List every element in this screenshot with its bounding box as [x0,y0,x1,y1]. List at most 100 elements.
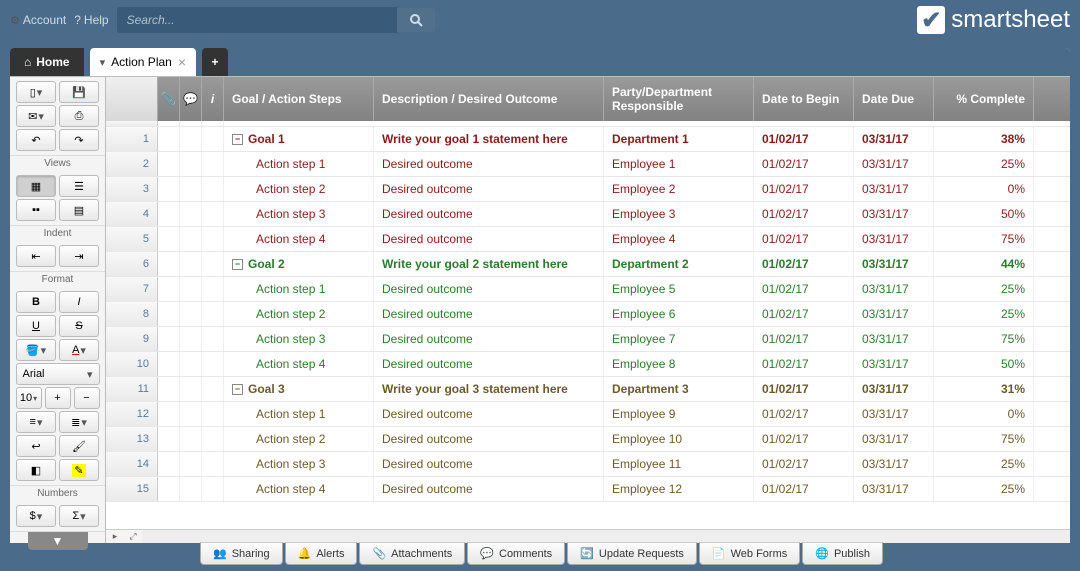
cell-pct[interactable]: 31% [934,377,1034,401]
cell-pct[interactable]: 50% [934,352,1034,376]
cell-begin[interactable]: 01/02/17 [754,327,854,351]
attach-cell[interactable] [158,402,180,426]
cell-goal[interactable]: Action step 4 [224,227,374,251]
search-input[interactable] [117,7,397,33]
cell-desc[interactable]: Desired outcome [374,327,604,351]
col-desc[interactable]: Description / Desired Outcome [374,77,604,121]
comment-cell[interactable] [180,452,202,476]
cell-due[interactable]: 03/31/17 [854,227,934,251]
comment-cell[interactable] [180,227,202,251]
row-number[interactable]: 10 [106,352,158,376]
new-button[interactable]: ▯▾ [16,81,56,103]
table-row[interactable]: 15Action step 4Desired outcomeEmployee 1… [106,477,1070,502]
col-goal[interactable]: Goal / Action Steps [224,77,374,121]
attach-cell[interactable] [158,377,180,401]
cell-desc[interactable]: Desired outcome [374,227,604,251]
row-number[interactable]: 2 [106,152,158,176]
cell-desc[interactable]: Desired outcome [374,302,604,326]
strike-button[interactable]: S [59,315,99,337]
tab-publish[interactable]: 🌐Publish [802,542,883,565]
tab-attachments[interactable]: 📎Attachments [359,542,465,565]
cell-party[interactable]: Employee 1 [604,152,754,176]
attach-cell[interactable] [158,477,180,501]
cell-begin[interactable]: 01/02/17 [754,352,854,376]
highlight-button[interactable]: ✎ [59,459,99,481]
cell-due[interactable]: 03/31/17 [854,477,934,501]
info-cell[interactable] [202,377,224,401]
cell-party[interactable]: Employee 12 [604,477,754,501]
clear-format-button[interactable]: ◧ [16,459,56,481]
table-row[interactable]: 5Action step 4Desired outcomeEmployee 40… [106,227,1070,252]
cell-pct[interactable]: 38% [934,127,1034,151]
cell-party[interactable]: Department 3 [604,377,754,401]
col-party[interactable]: Party/Department Responsible [604,77,754,121]
info-cell[interactable] [202,302,224,326]
cell-desc[interactable]: Write your goal 1 statement here [374,127,604,151]
attach-cell[interactable] [158,452,180,476]
cell-goal[interactable]: Action step 1 [224,152,374,176]
cell-begin[interactable]: 01/02/17 [754,477,854,501]
table-row[interactable]: 3Action step 2Desired outcomeEmployee 20… [106,177,1070,202]
comment-cell[interactable] [180,327,202,351]
save-button[interactable]: 💾 [59,81,99,103]
help-link[interactable]: ? Help [74,13,108,27]
info-cell[interactable] [202,227,224,251]
table-row[interactable]: 12Action step 1Desired outcomeEmployee 9… [106,402,1070,427]
cell-party[interactable]: Department 1 [604,127,754,151]
currency-button[interactable]: $▾ [16,505,56,527]
info-cell[interactable] [202,427,224,451]
cell-due[interactable]: 03/31/17 [854,402,934,426]
print-button[interactable]: ⎙ [59,105,99,127]
cell-due[interactable]: 03/31/17 [854,427,934,451]
comment-cell[interactable] [180,402,202,426]
cell-pct[interactable]: 50% [934,202,1034,226]
indent-button[interactable]: ⇥ [59,245,99,267]
tab-update[interactable]: 🔄Update Requests [567,542,697,565]
cell-due[interactable]: 03/31/17 [854,277,934,301]
cell-desc[interactable]: Desired outcome [374,152,604,176]
cell-begin[interactable]: 01/02/17 [754,302,854,326]
formula-button[interactable]: Σ▾ [59,505,99,527]
table-row[interactable]: 1−Goal 1Write your goal 1 statement here… [106,127,1070,152]
table-row[interactable]: 7Action step 1Desired outcomeEmployee 50… [106,277,1070,302]
attach-cell[interactable] [158,177,180,201]
comment-cell[interactable] [180,177,202,201]
table-row[interactable]: 2 Action step 1Desired outcomeEmployee 1 0… [106,152,1070,177]
cell-due[interactable]: 03/31/17 [854,327,934,351]
row-number[interactable]: 1 [106,127,158,151]
cell-goal[interactable]: Action step 2 [224,427,374,451]
comment-col-header[interactable]: 💬 [180,77,202,121]
tab-action-plan[interactable]: ▾ Action Plan × [90,48,196,76]
col-pct[interactable]: % Complete [934,77,1034,121]
wrap-button[interactable]: ↩ [16,435,56,457]
cell-due[interactable]: 03/31/17 [854,152,934,176]
info-cell[interactable] [202,352,224,376]
cell-desc[interactable]: Write your goal 2 statement here [374,252,604,276]
account-link[interactable]: ⚙ Account [10,13,66,27]
cell-goal[interactable]: Action step 3 [224,452,374,476]
attach-cell[interactable] [158,352,180,376]
cell-pct[interactable]: 0% [934,177,1034,201]
cell-begin[interactable]: 01/02/17 [754,202,854,226]
outdent-button[interactable]: ⇤ [16,245,56,267]
info-cell[interactable] [202,252,224,276]
info-cell[interactable] [202,177,224,201]
cell-begin[interactable]: 01/02/17 [754,427,854,451]
cell-begin[interactable]: 01/02/17 [754,277,854,301]
cell-due[interactable]: 03/31/17 [854,352,934,376]
cell-pct[interactable]: 75% [934,227,1034,251]
cell-goal[interactable]: Action step 2 [224,302,374,326]
expand-button[interactable]: ⤢ [124,530,142,543]
row-number[interactable]: 13 [106,427,158,451]
table-row[interactable]: 6−Goal 2Write your goal 2 statement here… [106,252,1070,277]
info-cell[interactable] [202,127,224,151]
tab-sharing[interactable]: 👥Sharing [200,542,283,565]
collapse-icon[interactable]: − [232,134,243,145]
table-row[interactable]: 4Action step 3Desired outcomeEmployee 30… [106,202,1070,227]
attach-cell[interactable] [158,277,180,301]
cell-begin[interactable]: 01/02/17 [754,177,854,201]
comment-cell[interactable] [180,202,202,226]
row-number[interactable]: 15 [106,477,158,501]
table-row[interactable]: 9Action step 3Desired outcomeEmployee 70… [106,327,1070,352]
fontsize-up[interactable]: + [45,387,71,409]
